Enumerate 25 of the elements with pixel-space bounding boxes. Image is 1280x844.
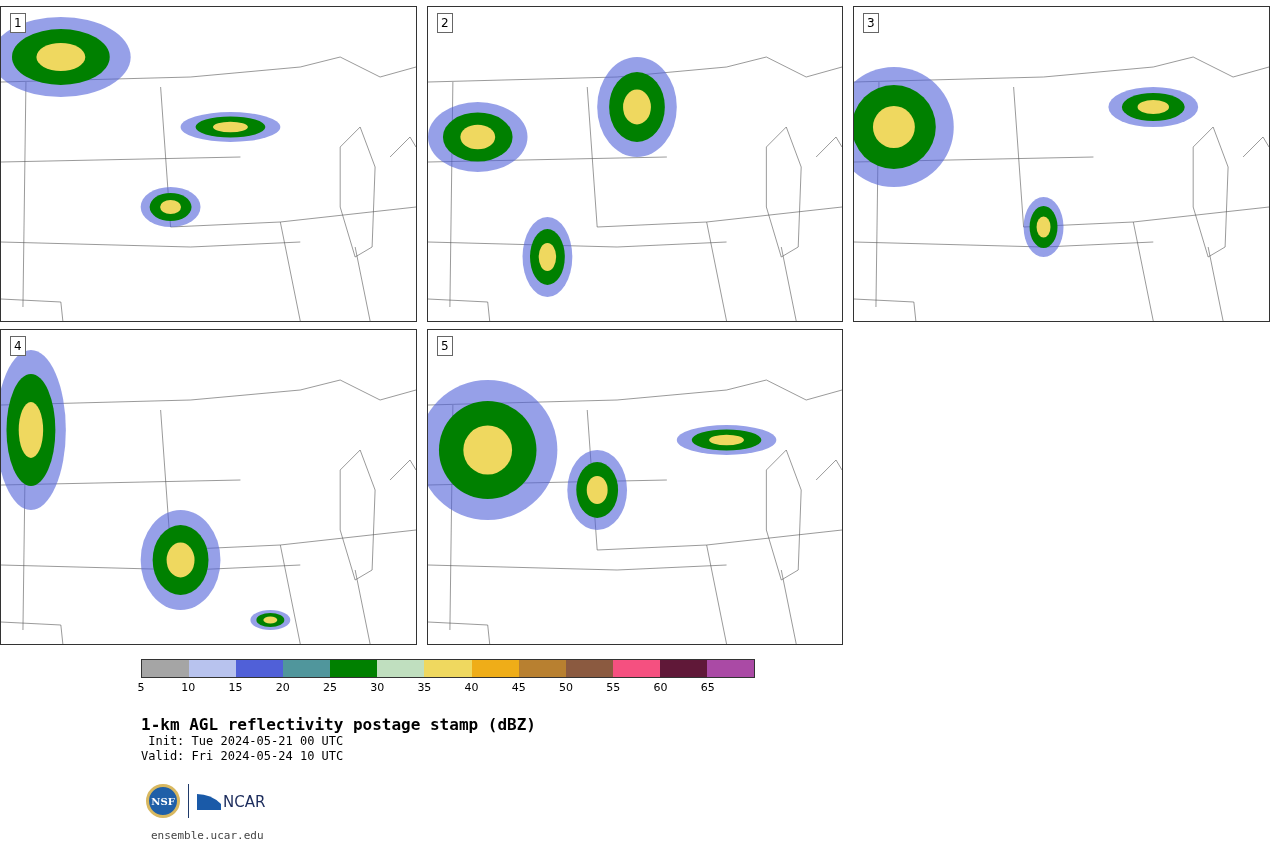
tick-label: 35 <box>417 682 432 694</box>
panel-number: 1 <box>10 13 26 33</box>
panel-number: 2 <box>437 13 453 33</box>
globe-logo: NSF <box>146 784 180 818</box>
tick-label: 15 <box>228 682 243 694</box>
tick-label: 60 <box>653 682 668 694</box>
panel-number: 4 <box>10 336 26 356</box>
tick-label: 45 <box>511 682 526 694</box>
chart-title: 1-km AGL reflectivity postage stamp (dBZ) <box>141 716 537 734</box>
logo-wordmark: NCAR <box>223 794 266 810</box>
site-url: ensemble.ucar.edu <box>151 829 264 842</box>
panel-number: 3 <box>863 13 879 33</box>
panel-number: 5 <box>437 336 453 356</box>
tick-label: 25 <box>322 682 337 694</box>
tick-label: 20 <box>275 682 290 694</box>
tick-label: 65 <box>700 682 715 694</box>
tick-label: 55 <box>606 682 621 694</box>
init-time: Init: Tue 2024-05-21 00 UTC <box>147 734 345 749</box>
tick-label: 40 <box>464 682 479 694</box>
tick-label: 10 <box>181 682 196 694</box>
tick-label: 5 <box>137 682 145 694</box>
tick-label: 50 <box>559 682 574 694</box>
tick-label: 30 <box>370 682 385 694</box>
valid-time: Valid: Fri 2024-05-24 10 UTC <box>141 749 345 764</box>
swoosh-icon <box>197 792 221 810</box>
